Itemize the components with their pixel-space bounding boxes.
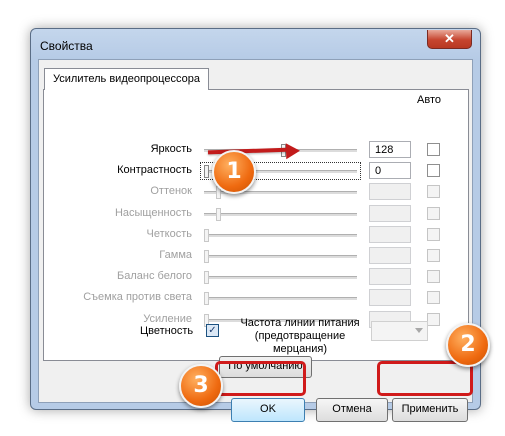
highlight-ok-button: [215, 361, 306, 396]
step-badge-1: 1: [212, 150, 256, 194]
property-value-field: [369, 183, 411, 201]
slider-thumb: [216, 207, 222, 221]
auto-checkbox: [427, 270, 440, 284]
power-line-label-line: (предотвращение: [254, 330, 346, 342]
power-line-frequency-select[interactable]: [371, 321, 428, 341]
close-icon: ✕: [444, 31, 455, 46]
property-row: Контрастность 0: [44, 161, 468, 181]
property-value-field: [369, 225, 411, 243]
property-value-field: [369, 289, 411, 307]
annotation-arrow-head: [285, 142, 301, 160]
property-label: Четкость: [146, 227, 192, 240]
property-slider: [204, 271, 357, 285]
highlight-apply-button: [377, 361, 473, 396]
property-row: Насыщенность: [44, 204, 468, 224]
auto-checkbox[interactable]: [427, 164, 440, 178]
slider-thumb[interactable]: [204, 165, 209, 179]
cancel-button[interactable]: Отмена: [316, 398, 388, 422]
tab-video-proc-amp[interactable]: Усилитель видеопроцессора: [44, 68, 209, 90]
property-label: Баланс белого: [117, 270, 192, 283]
power-line-label-line: мерцания): [272, 343, 328, 355]
property-row: Съемка против света: [44, 288, 468, 308]
property-label: Гамма: [159, 249, 192, 261]
property-row: Оттенок: [44, 182, 468, 202]
property-label: Усиление: [143, 312, 192, 325]
property-value-field: [369, 204, 411, 222]
property-label: Съемка против света: [83, 291, 192, 304]
auto-checkbox: [427, 312, 440, 326]
property-value-field: [369, 268, 411, 286]
property-row: Гамма: [44, 246, 468, 266]
property-label: Насыщенность: [114, 206, 192, 219]
slider-thumb: [204, 250, 209, 263]
color-enable-checkbox[interactable]: ✓: [206, 324, 219, 337]
slider-thumb: [204, 271, 209, 285]
property-label: Оттенок: [150, 185, 192, 198]
auto-checkbox: [427, 206, 440, 220]
power-line-label-line: Частота линии питания: [240, 317, 360, 329]
slider-thumb: [204, 292, 209, 306]
property-row: Баланс белого: [44, 267, 468, 287]
auto-column-header: Авто: [417, 94, 441, 106]
property-slider: [204, 292, 357, 306]
apply-button[interactable]: Применить: [392, 398, 468, 422]
property-slider: [204, 207, 357, 221]
property-slider: [204, 228, 357, 242]
properties-dialog: Свойства ✕ Усилитель видеопроцессора Авт…: [30, 28, 481, 422]
dialog-client-area: Усилитель видеопроцессора Авто Яркость 12…: [38, 59, 473, 422]
dialog-title: Свойства: [40, 39, 93, 53]
checkmark-icon: ✓: [208, 325, 217, 336]
property-value-field[interactable]: 0: [369, 162, 411, 180]
property-label: Яркость: [150, 143, 192, 155]
slider-thumb: [204, 228, 209, 242]
property-label: Контрастность: [117, 164, 192, 177]
close-button[interactable]: ✕: [427, 30, 472, 49]
step-badge-2: 2: [446, 323, 490, 367]
ok-button[interactable]: OK: [231, 398, 305, 422]
property-value-field[interactable]: 128: [369, 141, 411, 158]
auto-checkbox: [427, 291, 440, 305]
color-enable-label: Цветность: [140, 325, 194, 337]
auto-checkbox: [427, 227, 440, 241]
power-line-frequency-label: Частота линии питания (предотвращение ме…: [230, 317, 370, 356]
auto-checkbox: [427, 249, 440, 262]
tab-panel: Авто Яркость 128 Контрастность 0 Оттенок Насы…: [43, 89, 469, 378]
chevron-down-icon: [415, 328, 423, 333]
auto-checkbox: [427, 185, 440, 199]
auto-checkbox[interactable]: [427, 143, 440, 156]
step-badge-3: 3: [179, 364, 223, 408]
property-value-field: [369, 247, 411, 264]
property-slider: [204, 250, 357, 263]
property-row: Четкость: [44, 225, 468, 245]
